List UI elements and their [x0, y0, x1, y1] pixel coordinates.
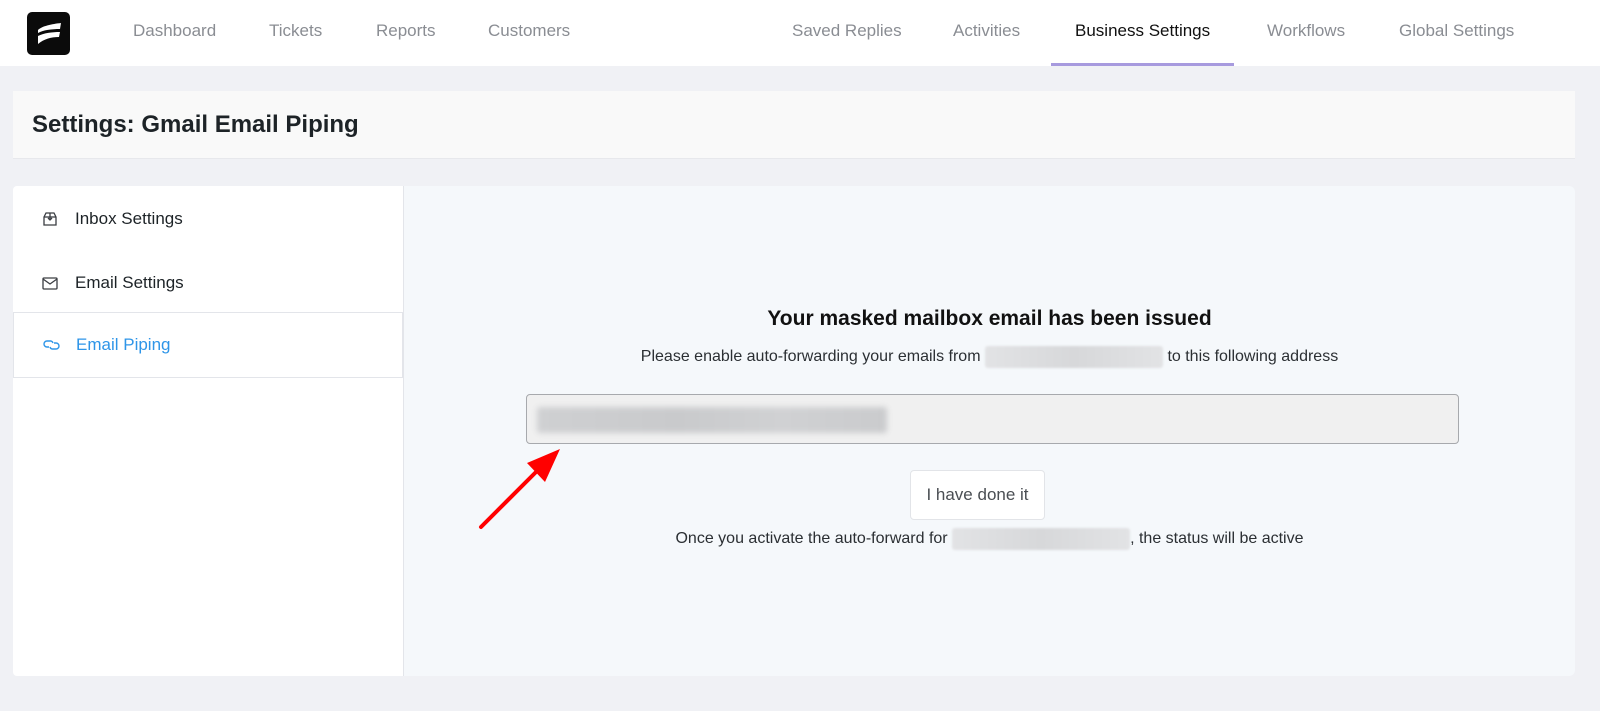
nav-workflows[interactable]: Workflows: [1267, 0, 1345, 66]
nav-global-settings[interactable]: Global Settings: [1399, 0, 1514, 66]
redacted-source-email: [984, 346, 1163, 368]
status-suffix: , the status will be active: [1130, 530, 1304, 548]
masked-address-field[interactable]: [526, 394, 1459, 444]
annotation-arrow-icon: [479, 449, 560, 529]
email-piping-panel: Your masked mailbox email has been issue…: [403, 186, 1575, 676]
sidebar-item-label: Inbox Settings: [75, 209, 183, 228]
brand-logo-icon[interactable]: [27, 12, 70, 55]
sidebar-item-label: Email Piping: [76, 335, 171, 354]
page-header: Settings: Gmail Email Piping: [13, 91, 1575, 159]
sidebar-item-email-piping[interactable]: Email Piping: [13, 312, 403, 378]
redacted-source-email: [952, 528, 1131, 550]
redacted-masked-address: [537, 407, 887, 433]
forwarding-instruction: Please enable auto-forwarding your email…: [404, 346, 1575, 368]
nav-customers[interactable]: Customers: [488, 0, 570, 66]
i-have-done-it-button[interactable]: I have done it: [910, 470, 1045, 520]
sidebar-item-inbox-settings[interactable]: Inbox Settings: [13, 186, 403, 252]
issued-headline: Your masked mailbox email has been issue…: [767, 307, 1212, 330]
nav-saved-replies[interactable]: Saved Replies: [792, 0, 902, 66]
instruction-suffix: to this following address: [1167, 348, 1339, 366]
nav-activities[interactable]: Activities: [953, 0, 1020, 66]
inbox-box-icon: [39, 210, 61, 228]
sidebar-item-email-settings[interactable]: Email Settings: [13, 250, 403, 316]
nav-reports[interactable]: Reports: [376, 0, 436, 66]
link-icon: [40, 336, 62, 354]
status-note: Once you activate the auto-forward for ,…: [404, 528, 1575, 550]
nav-business-settings[interactable]: Business Settings: [1050, 0, 1235, 66]
instruction-prefix: Please enable auto-forwarding your email…: [640, 348, 981, 366]
nav-tickets[interactable]: Tickets: [269, 0, 322, 66]
top-navigation: Dashboard Tickets Reports Customers Save…: [0, 0, 1600, 66]
envelope-icon: [39, 274, 61, 292]
sidebar-item-label: Email Settings: [75, 273, 184, 292]
nav-dashboard[interactable]: Dashboard: [133, 0, 216, 66]
status-prefix: Once you activate the auto-forward for: [675, 530, 948, 548]
settings-sidebar: Inbox Settings Email Settings Email Pipi…: [13, 186, 403, 676]
page-title: Settings: Gmail Email Piping: [32, 111, 359, 138]
